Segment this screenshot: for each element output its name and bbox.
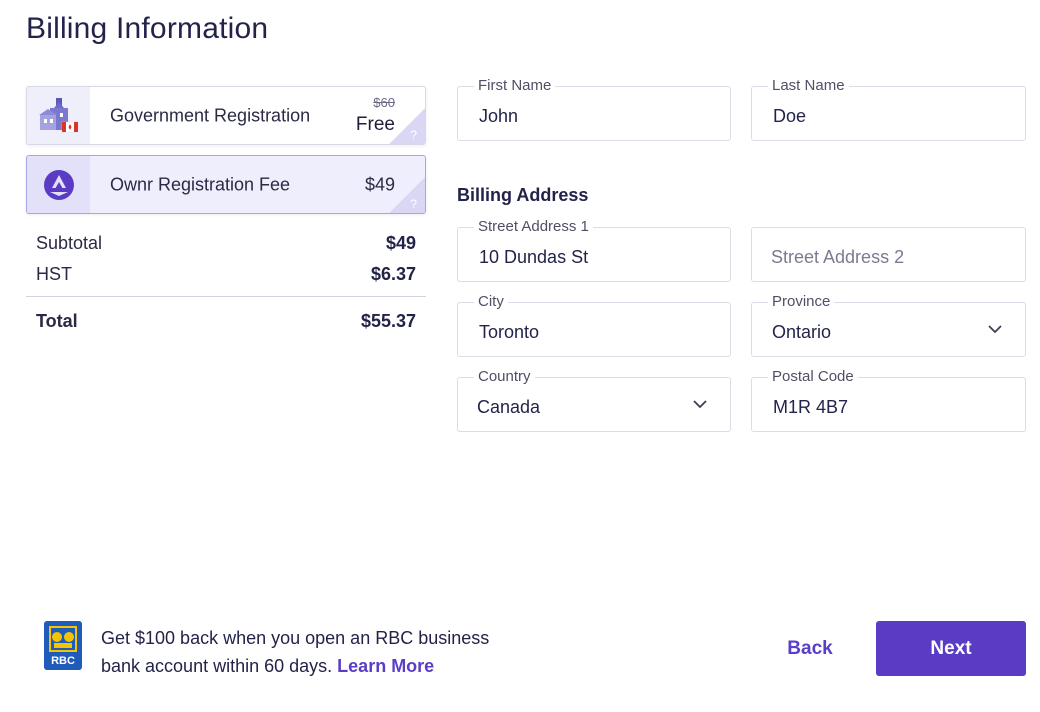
street-address-1-field[interactable]: Street Address 1 10 Dundas St xyxy=(457,218,731,282)
rbc-promo-text: Get $100 back when you open an RBC busin… xyxy=(101,624,521,680)
last-name-label: Last Name xyxy=(768,77,849,94)
next-button[interactable]: Next xyxy=(876,621,1026,676)
city-value: Toronto xyxy=(479,322,540,342)
help-icon[interactable]: ? xyxy=(389,177,425,213)
province-label: Province xyxy=(768,293,835,310)
first-name-label: First Name xyxy=(474,77,556,94)
street-address-2-field[interactable]: Street Address 2 xyxy=(751,227,1026,282)
product-card-government-registration[interactable]: Government Registration $60 Free ? xyxy=(26,86,426,145)
ownr-logo-icon xyxy=(27,156,90,213)
country-label: Country xyxy=(474,368,535,385)
tax-row: HST $6.37 xyxy=(36,264,416,285)
street-address-2-placeholder: Street Address 2 xyxy=(771,247,905,267)
product-name: Government Registration xyxy=(110,105,311,125)
help-icon[interactable]: ? xyxy=(389,108,425,144)
tax-label: HST xyxy=(36,264,72,284)
rbc-logo: RBC xyxy=(44,621,82,670)
street-address-1-label: Street Address 1 xyxy=(474,218,593,235)
learn-more-link[interactable]: Learn More xyxy=(337,656,434,676)
postal-code-field[interactable]: Postal Code M1R 4B7 xyxy=(751,368,1026,432)
page-title: Billing Information xyxy=(26,12,269,45)
first-name-value: John xyxy=(479,106,519,126)
province-select[interactable]: Province Ontario xyxy=(751,293,1026,357)
total-label: Total xyxy=(36,311,78,331)
subtotal-row: Subtotal $49 xyxy=(36,233,416,254)
chevron-down-icon xyxy=(988,325,1002,334)
subtotal-value: $49 xyxy=(385,233,416,253)
product-name: Ownr Registration Fee xyxy=(110,174,291,194)
government-building-icon xyxy=(27,87,90,144)
chevron-down-icon xyxy=(693,400,707,409)
city-field[interactable]: City Toronto xyxy=(457,293,731,357)
back-button[interactable]: Back xyxy=(770,622,850,676)
product-card-ownr-registration-fee[interactable]: Ownr Registration Fee $49 ? xyxy=(26,155,426,214)
postal-code-value: M1R 4B7 xyxy=(773,397,849,417)
first-name-field[interactable]: First Name John xyxy=(457,77,731,141)
province-value: Ontario xyxy=(772,322,832,342)
subtotal-label: Subtotal xyxy=(36,233,103,253)
total-value: $55.37 xyxy=(360,311,416,331)
street-address-1-value: 10 Dundas St xyxy=(479,247,589,267)
summary-divider xyxy=(26,296,426,297)
svg-text:RBC: RBC xyxy=(51,655,75,667)
total-row: Total $55.37 xyxy=(36,311,416,332)
last-name-value: Doe xyxy=(773,106,807,126)
last-name-field[interactable]: Last Name Doe xyxy=(751,77,1026,141)
city-label: City xyxy=(474,293,508,310)
country-select[interactable]: Country Canada xyxy=(457,368,731,432)
billing-address-heading: Billing Address xyxy=(457,185,589,205)
postal-code-label: Postal Code xyxy=(768,368,858,385)
country-value: Canada xyxy=(477,397,541,417)
tax-value: $6.37 xyxy=(370,264,416,284)
